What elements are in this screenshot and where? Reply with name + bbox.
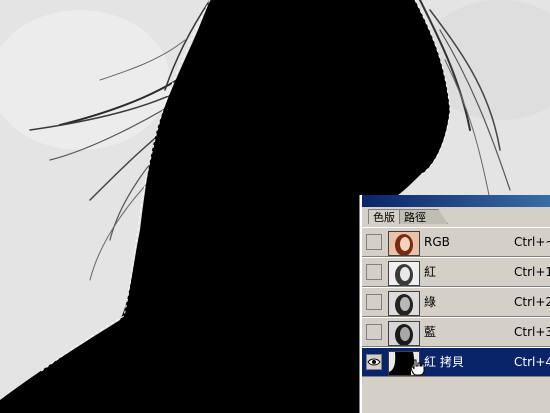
channel-label: RGB bbox=[424, 235, 450, 249]
channel-label: 綠 bbox=[424, 295, 437, 309]
visibility-toggle[interactable] bbox=[366, 324, 382, 340]
channel-shortcut: Ctrl+4 bbox=[514, 355, 550, 369]
channel-label: 紅 bbox=[424, 265, 437, 279]
channel-thumbnail bbox=[388, 291, 420, 316]
channel-row-rgb[interactable]: RGB Ctrl+~ bbox=[362, 227, 550, 257]
eye-icon bbox=[367, 358, 381, 366]
panel-title-bar[interactable] bbox=[362, 195, 550, 207]
channel-shortcut: Ctrl+1 bbox=[514, 265, 550, 279]
channel-shortcut: Ctrl+2 bbox=[514, 295, 550, 309]
tab-channels[interactable]: 色版 bbox=[368, 209, 400, 224]
visibility-toggle[interactable] bbox=[366, 294, 382, 310]
visibility-toggle[interactable] bbox=[366, 354, 382, 370]
channel-thumbnail bbox=[388, 261, 420, 286]
channel-shortcut: Ctrl+~ bbox=[514, 235, 550, 249]
panel-tabs: 色版 路徑 bbox=[362, 209, 550, 225]
channel-row-blue[interactable]: 藍 Ctrl+3 bbox=[362, 317, 550, 347]
visibility-toggle[interactable] bbox=[366, 234, 382, 250]
channel-label: 紅 拷貝 bbox=[424, 355, 464, 369]
channel-thumbnail bbox=[388, 321, 420, 346]
channel-label: 藍 bbox=[424, 325, 437, 339]
channel-row-red-copy[interactable]: 紅 拷貝 Ctrl+4 bbox=[362, 347, 550, 377]
channel-row-green[interactable]: 綠 Ctrl+2 bbox=[362, 287, 550, 317]
channel-thumbnail bbox=[388, 231, 420, 256]
channel-shortcut: Ctrl+3 bbox=[514, 325, 550, 339]
tab-paths[interactable]: 路徑 bbox=[400, 209, 448, 224]
channel-row-red[interactable]: 紅 Ctrl+1 bbox=[362, 257, 550, 287]
visibility-toggle[interactable] bbox=[366, 264, 382, 280]
channels-panel: 色版 路徑 RGB Ctrl+~ 紅 Ctrl+1 綠 Ctrl+2 藍 Ctr… bbox=[360, 195, 550, 413]
